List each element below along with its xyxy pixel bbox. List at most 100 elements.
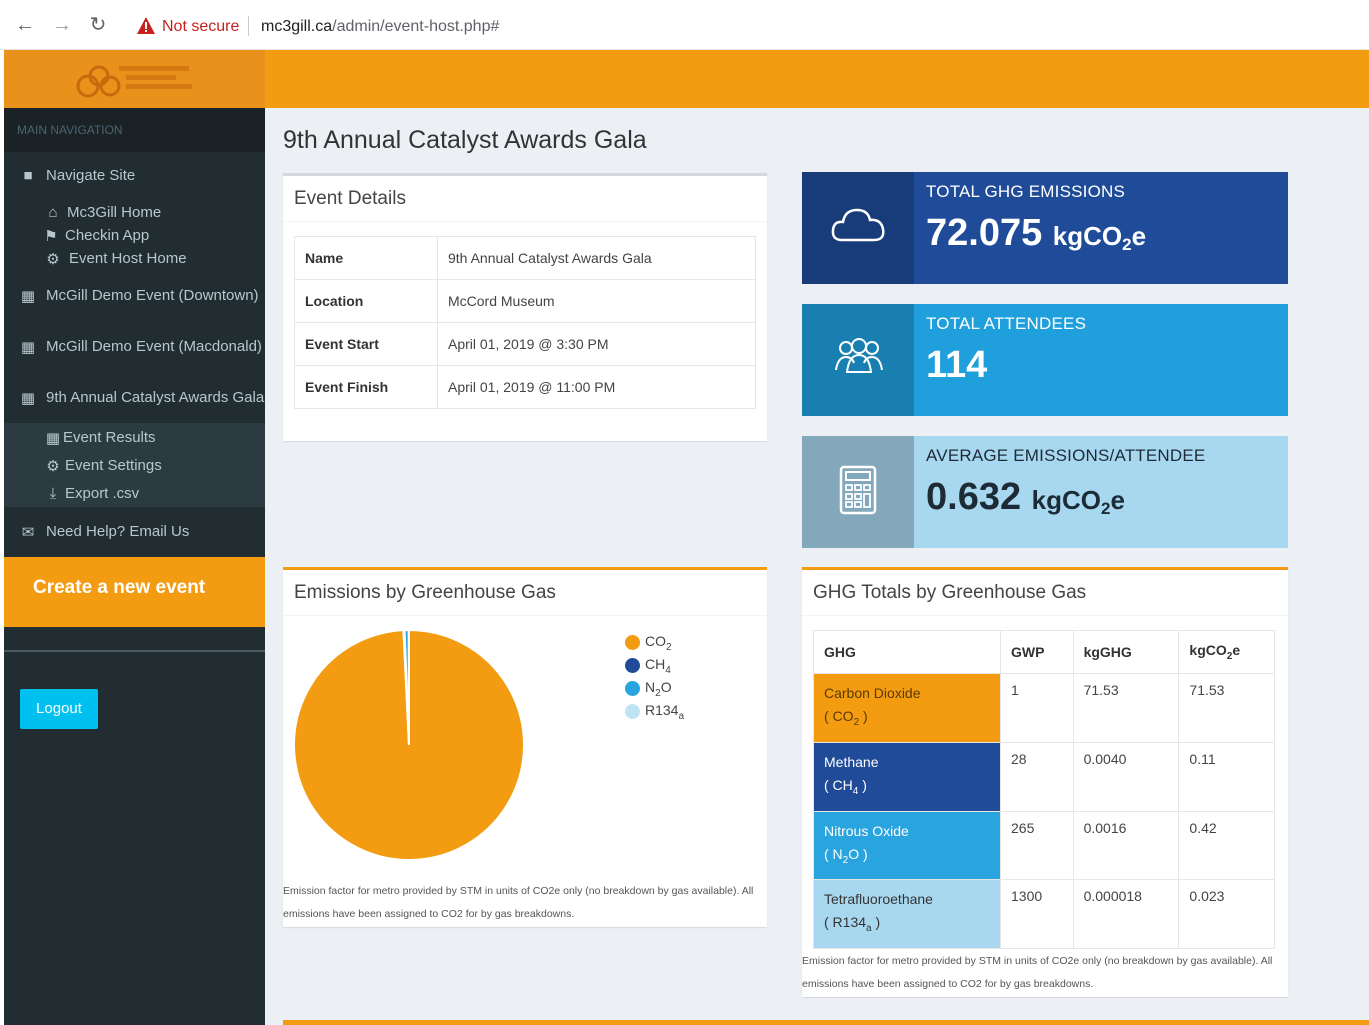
total-ghg-value: 72.075 kgCO2e: [926, 212, 1147, 254]
table-row: Event Start April 01, 2019 @ 3:30 PM: [294, 322, 756, 366]
total-ghg-card: TOTAL GHG EMISSIONS 72.075 kgCO2e: [802, 172, 1288, 284]
calendar-icon: ▦: [20, 288, 36, 305]
calculator-icon: ▦: [45, 430, 61, 447]
sidebar-item-help[interactable]: ✉ Need Help? Email Us: [4, 523, 265, 545]
icon-pane: [802, 172, 914, 284]
emissions-chart-box: Emissions by Greenhouse Gas CO2 CH4 N2O R13…: [283, 567, 767, 927]
table-row: Carbon Dioxide( CO2 ) 1 71.53 71.53: [813, 673, 1275, 743]
sidebar-item-event-macdonald[interactable]: ▦ McGill Demo Event (Macdonald): [4, 338, 265, 360]
event-details-table: Name 9th Annual Catalyst Awards Gala Loca…: [294, 236, 756, 409]
detail-value: April 01, 2019 @ 3:30 PM: [437, 322, 756, 366]
sidebar-divider: [4, 650, 265, 652]
page-title: 9th Annual Catalyst Awards Gala: [283, 126, 647, 154]
calendar-icon: ▦: [20, 339, 36, 356]
sidebar-link-event-host-home[interactable]: ⚙ Event Host Home: [4, 250, 265, 272]
legend-label: N2O: [645, 679, 672, 699]
ghg-name-cell: Methane( CH4 ): [813, 741, 1001, 812]
table-row: Location McCord Museum: [294, 279, 756, 323]
next-box-border: [283, 1020, 1369, 1025]
flag-icon: ⚑: [44, 228, 58, 245]
table-row: Methane( CH4 ) 28 0.0040 0.11: [813, 741, 1275, 812]
sidebar-link-event-results[interactable]: ▦ Event Results: [4, 429, 265, 451]
calculator-icon: [839, 465, 877, 515]
emissions-pie-chart: [293, 628, 525, 861]
users-icon: [835, 338, 883, 373]
column-header: GHG: [813, 630, 1001, 674]
envelope-icon: ✉: [21, 524, 35, 541]
sidebar-link-event-settings[interactable]: ⚙ Event Settings: [4, 457, 265, 479]
back-arrow-icon[interactable]: ←: [14, 14, 36, 36]
legend-label: CH4: [645, 656, 671, 676]
detail-value: 9th Annual Catalyst Awards Gala: [437, 236, 756, 280]
main-content: 9th Annual Catalyst Awards Gala Event De…: [265, 108, 1369, 1025]
ghg-name-cell: Carbon Dioxide( CO2 ): [813, 673, 1001, 743]
column-header: kgGHG: [1072, 630, 1180, 674]
browser-toolbar: ← → ↻ Not secure mc3gill.ca/admin/event-…: [0, 0, 1369, 50]
legend-swatch: [625, 704, 640, 719]
url-text[interactable]: mc3gill.ca/admin/event-host.php#: [261, 18, 499, 36]
ghg-table-footnote: Emission factor for metro provided by ST…: [802, 955, 1273, 990]
column-header: kgCO2e: [1178, 630, 1275, 674]
app-logo[interactable]: [74, 62, 194, 98]
total-attendees-label: TOTAL ATTENDEES: [926, 314, 1087, 333]
logout-button[interactable]: Logout: [20, 689, 98, 729]
table-row: Nitrous Oxide( N2O ) 265 0.0016 0.42: [813, 810, 1275, 881]
sidebar-item-event-gala[interactable]: ▦ 9th Annual Catalyst Awards Gala: [4, 389, 265, 411]
address-bar[interactable]: Not secure mc3gill.ca/admin/event-host.p…: [128, 10, 1358, 42]
ghg-totals-table: GHG GWP kgGHG kgCO2e Carbon Dioxide( CO2…: [813, 630, 1275, 950]
ghg-table-title: GHG Totals by Greenhouse Gas: [813, 582, 1087, 603]
average-emissions-card: AVERAGE EMISSIONS/ATTENDEE 0.632 kgCO2e: [802, 436, 1288, 548]
forward-arrow-icon[interactable]: →: [51, 14, 73, 36]
gwp-cell: 28: [1000, 741, 1074, 812]
detail-label: Location: [294, 279, 438, 323]
create-event-button[interactable]: Create a new event: [4, 557, 265, 627]
icon-pane: [802, 304, 914, 416]
table-header-row: GHG GWP kgGHG kgCO2e: [813, 630, 1275, 674]
ghg-name-cell: Nitrous Oxide( N2O ): [813, 810, 1001, 881]
kgghg-cell: 71.53: [1072, 673, 1180, 743]
event-details-title: Event Details: [294, 188, 406, 209]
folder-icon: ■: [23, 167, 33, 184]
legend-swatch: [625, 635, 640, 650]
sidebar-item-navigate-site[interactable]: ■ Navigate Site: [4, 167, 265, 189]
nav-header: MAIN NAVIGATION: [4, 108, 265, 152]
icon-pane: [802, 436, 914, 548]
home-icon: ⌂: [48, 204, 58, 221]
gwp-cell: 1300: [1000, 879, 1074, 950]
box-divider: [802, 615, 1288, 616]
detail-label: Name: [294, 236, 438, 280]
legend-swatch: [625, 681, 640, 696]
kgco2e-cell: 71.53: [1178, 673, 1275, 743]
gear-icon: ⚙: [46, 458, 60, 475]
sidebar-link-export-csv[interactable]: ⤓ Export .csv: [4, 485, 265, 507]
kgghg-cell: 0.000018: [1072, 879, 1180, 950]
table-row: Tetrafluoroethane( R134a ) 1300 0.000018 0.…: [813, 879, 1275, 950]
logo-area[interactable]: [4, 50, 265, 108]
detail-label: Event Start: [294, 322, 438, 366]
total-attendees-value: 114: [926, 344, 988, 386]
cloud-icon: [831, 208, 885, 242]
sidebar-link-mc3gill-home[interactable]: ⌂ Mc3Gill Home: [4, 204, 265, 226]
calendar-icon: ▦: [20, 390, 36, 407]
kgghg-cell: 0.0016: [1072, 810, 1180, 881]
legend-label: R134a: [645, 702, 685, 722]
gwp-cell: 265: [1000, 810, 1074, 881]
box-divider: [283, 221, 767, 222]
not-secure-label: Not secure: [162, 18, 240, 35]
detail-label: Event Finish: [294, 365, 438, 409]
sidebar-link-checkin-app[interactable]: ⚑ Checkin App: [4, 227, 265, 249]
detail-value: April 01, 2019 @ 11:00 PM: [437, 365, 756, 409]
sidebar-item-event-downtown[interactable]: ▦ McGill Demo Event (Downtown): [4, 287, 265, 309]
table-row: Name 9th Annual Catalyst Awards Gala: [294, 236, 756, 280]
kgco2e-cell: 0.11: [1178, 741, 1275, 812]
average-emissions-value: 0.632 kgCO2e: [926, 476, 1125, 518]
chart-title: Emissions by Greenhouse Gas: [294, 582, 556, 603]
legend-swatch: [625, 658, 640, 673]
gwp-cell: 1: [1000, 673, 1074, 743]
reload-icon[interactable]: ↻: [87, 14, 109, 36]
kgghg-cell: 0.0040: [1072, 741, 1180, 812]
legend-label: CO2: [645, 633, 672, 653]
ghg-name-cell: Tetrafluoroethane( R134a ): [813, 879, 1001, 950]
sidebar: MAIN NAVIGATION ■ Navigate Site ⌂ Mc3Gil…: [4, 50, 265, 1025]
detail-value: McCord Museum: [437, 279, 756, 323]
